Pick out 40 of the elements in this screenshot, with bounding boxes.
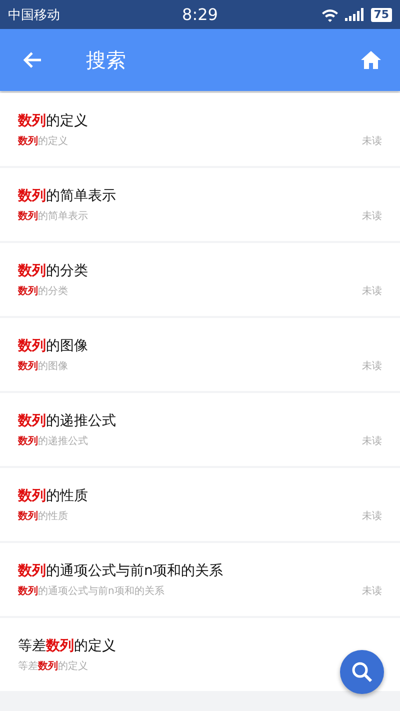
read-status: 未读 [362,584,382,598]
result-title: 数列的性质 [18,486,89,504]
carrier-name: 中国移动 [8,6,60,24]
result-title: 数列的分类 [18,262,89,280]
page-title: 搜索 [86,46,126,74]
result-title: 数列的递推公式 [18,412,117,430]
result-item[interactable]: 数列的递推公式 数列的递推公式 未读 [0,393,400,466]
wifi-icon [320,8,339,22]
result-item[interactable]: 数列的定义 数列的定义 未读 [0,93,400,166]
result-title: 等差数列的定义 [18,636,117,654]
search-icon [351,661,373,683]
result-item[interactable]: 等差数列的定义 等差数列的定义 [0,618,400,691]
result-snippet: 数列的图像 [18,360,68,372]
result-snippet: 等差数列的定义 [18,660,88,672]
clock-time: 8:29 [181,5,219,24]
result-snippet: 数列的简单表示 [18,210,88,222]
result-item[interactable]: 数列的分类 数列的分类 未读 [0,243,400,316]
result-item[interactable]: 数列的简单表示 数列的简单表示 未读 [0,168,400,241]
signal-icon [344,8,365,21]
result-snippet: 数列的分类 [18,284,68,298]
result-title: 数列的简单表示 [18,186,117,204]
result-title: 数列的通项公式与前n项和的关系 [18,562,224,580]
result-item[interactable]: 数列的图像 数列的图像 未读 [0,318,400,391]
result-snippet: 数列的通项公式与前n项和的关系 [18,584,164,598]
result-snippet: 数列的性质 [18,510,68,522]
back-arrow-icon [22,51,42,69]
battery-level: 75 [370,8,392,22]
result-title: 数列的图像 [18,336,89,354]
read-status: 未读 [362,510,382,522]
result-item[interactable]: 数列的通项公式与前n项和的关系 数列的通项公式与前n项和的关系 未读 [0,543,400,616]
read-status: 未读 [362,210,382,222]
result-snippet: 数列的递推公式 [18,434,88,448]
read-status: 未读 [362,284,382,298]
read-status: 未读 [362,134,382,148]
result-snippet: 数列的定义 [18,134,68,148]
read-status: 未读 [362,434,382,448]
result-item[interactable]: 数列的性质 数列的性质 未读 [0,468,400,541]
home-icon [360,50,382,70]
read-status: 未读 [362,360,382,372]
result-title: 数列的定义 [18,112,89,130]
